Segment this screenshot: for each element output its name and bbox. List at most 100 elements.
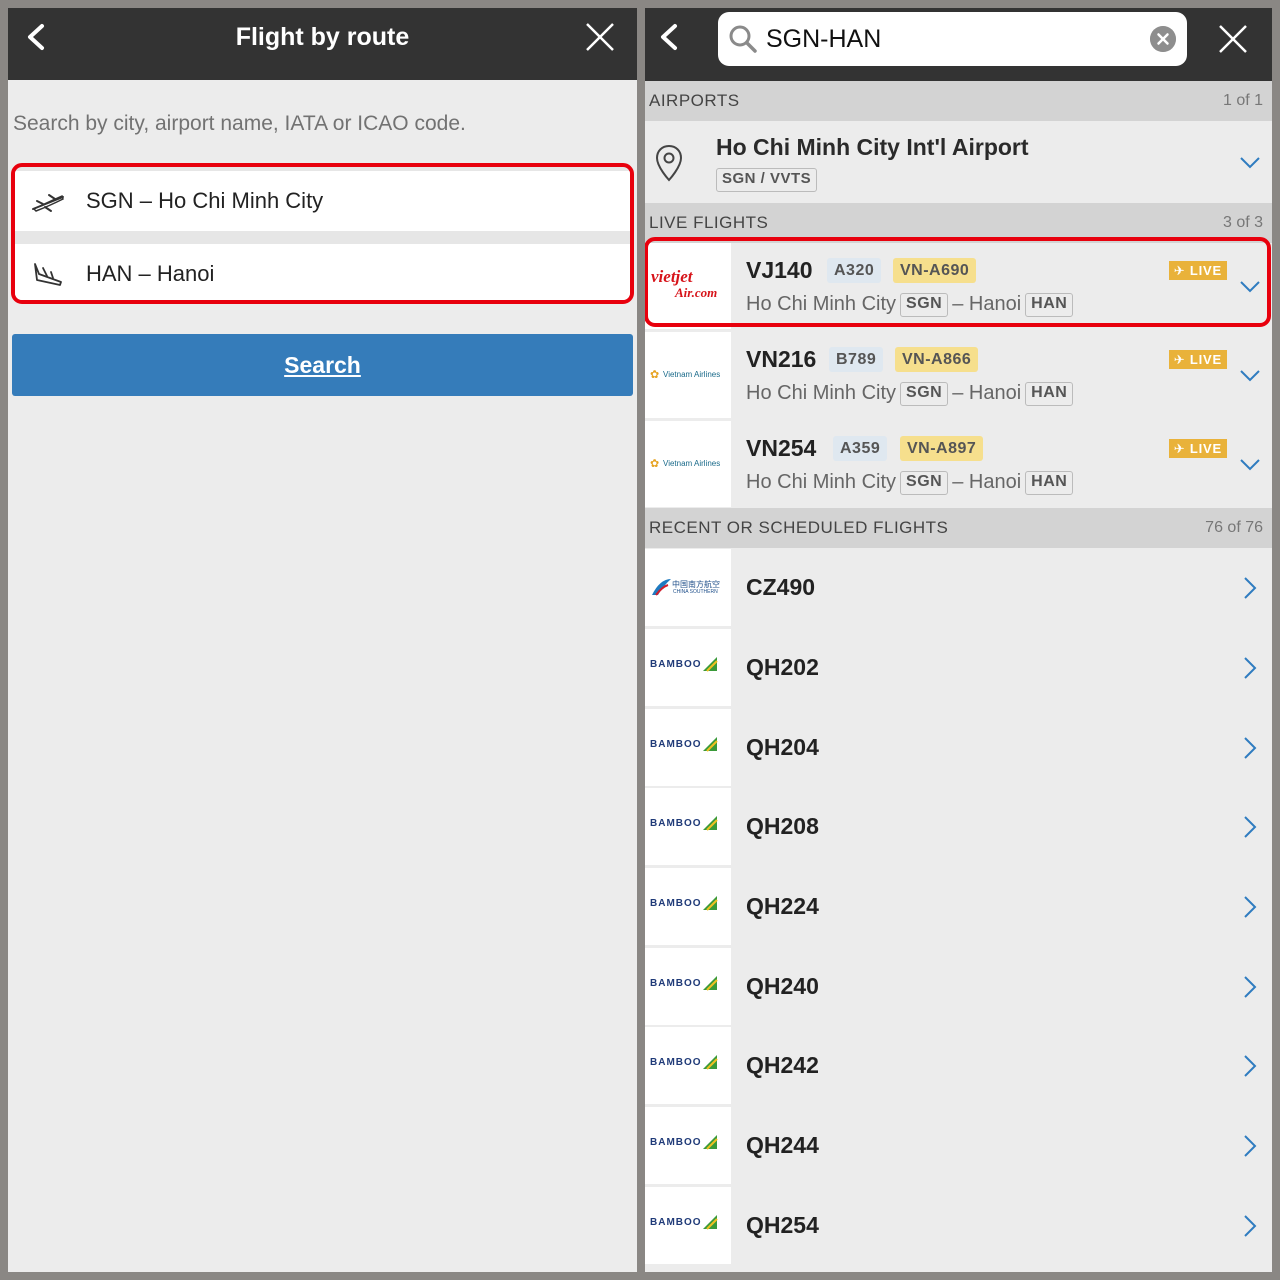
china-southern-mark-icon xyxy=(652,579,671,596)
recent-flight-row[interactable]: BAMBOO QH240 xyxy=(645,948,1272,1025)
search-button[interactable]: Search xyxy=(12,334,633,396)
search-hint: Search by city, airport name, IATA or IC… xyxy=(13,112,466,135)
bamboo-leaf-icon xyxy=(703,816,718,831)
bamboo-airways-logo: BAMBOO xyxy=(645,629,731,706)
chevron-right-icon[interactable] xyxy=(1243,895,1257,919)
chevron-right-icon[interactable] xyxy=(1243,1054,1257,1078)
chevron-right-icon[interactable] xyxy=(1243,1214,1257,1238)
section-title: AIRPORTS xyxy=(649,91,740,110)
flight-number: QH208 xyxy=(746,813,819,839)
flight-number: VN254 xyxy=(746,435,817,461)
bamboo-airways-logo: BAMBOO xyxy=(645,1027,731,1104)
live-badge: ✈ LIVE xyxy=(1168,350,1227,369)
takeoff-icon xyxy=(32,194,64,212)
flight-number: QH242 xyxy=(746,1052,819,1078)
chevron-right-icon[interactable] xyxy=(1243,975,1257,999)
bamboo-leaf-icon xyxy=(703,896,718,911)
flight-number: QH244 xyxy=(746,1132,819,1158)
chevron-down-icon[interactable] xyxy=(1239,156,1261,170)
aircraft-type-tag: A320 xyxy=(827,258,882,283)
bamboo-airways-logo: BAMBOO xyxy=(645,788,731,865)
close-icon[interactable] xyxy=(583,20,617,54)
flight-number: CZ490 xyxy=(746,574,816,600)
recent-flight-row[interactable]: BAMBOO QH204 xyxy=(645,709,1272,786)
chevron-right-icon[interactable] xyxy=(1243,815,1257,839)
live-flight-row[interactable]: ✿ Vietnam Airlines VN216 B789 VN-A866 ✈ … xyxy=(645,332,1272,418)
flight-route: Ho Chi Minh City SGN – Hanoi HAN xyxy=(746,382,1077,406)
bamboo-airways-logo: BAMBOO xyxy=(645,1187,731,1264)
bamboo-leaf-icon xyxy=(703,657,718,672)
search-results-panel: AIRPORTS 1 of 1 Ho Chi Minh City Int'l A… xyxy=(645,8,1272,1272)
flight-number: QH254 xyxy=(746,1212,819,1238)
chevron-right-icon[interactable] xyxy=(1243,736,1257,760)
recent-flight-row[interactable]: BAMBOO QH224 xyxy=(645,868,1272,945)
lotus-icon: ✿ xyxy=(650,458,660,470)
airport-row[interactable]: Ho Chi Minh City Int'l Airport SGN / VVT… xyxy=(645,121,1272,203)
live-flight-row[interactable]: vietjet Air.com VJ140 A320 VN-A690 ✈ LIV… xyxy=(645,243,1272,329)
bamboo-airways-logo: BAMBOO xyxy=(645,948,731,1025)
flight-route: Ho Chi Minh City SGN – Hanoi HAN xyxy=(746,293,1077,317)
chevron-right-icon[interactable] xyxy=(1243,656,1257,680)
chevron-down-icon[interactable] xyxy=(1239,280,1261,294)
registration-tag: VN-A897 xyxy=(900,436,984,461)
section-title: RECENT OR SCHEDULED FLIGHTS xyxy=(649,518,949,537)
recent-flights-section-header: RECENT OR SCHEDULED FLIGHTS 76 of 76 xyxy=(645,508,1272,548)
destination-code: HAN xyxy=(1025,293,1074,317)
bamboo-leaf-icon xyxy=(703,1055,718,1070)
flight-number: QH240 xyxy=(746,973,819,999)
live-flights-section-header: LIVE FLIGHTS 3 of 3 xyxy=(645,203,1272,243)
aircraft-type-tag: A359 xyxy=(833,436,888,461)
landing-icon xyxy=(34,263,62,286)
airports-section-header: AIRPORTS 1 of 1 xyxy=(645,81,1272,121)
flight-by-route-panel: Flight by route Search by city, airport … xyxy=(8,8,637,1272)
flight-number: QH224 xyxy=(746,893,819,919)
plane-icon: ✈ xyxy=(1173,352,1186,367)
search-field[interactable] xyxy=(718,12,1187,66)
live-flight-row[interactable]: ✿ Vietnam Airlines VN254 A359 VN-A897 ✈ … xyxy=(645,421,1272,507)
flight-number: VN216 xyxy=(746,346,817,372)
search-input[interactable] xyxy=(766,16,1146,62)
origin-field[interactable]: SGN – Ho Chi Minh City xyxy=(15,171,630,231)
route-inputs: SGN – Ho Chi Minh City HAN – Hanoi xyxy=(11,163,634,304)
clear-search-icon[interactable] xyxy=(1150,26,1176,52)
recent-flight-row[interactable]: BAMBOO QH244 xyxy=(645,1107,1272,1184)
section-count: 76 of 76 xyxy=(1205,519,1263,536)
chevron-right-icon[interactable] xyxy=(1243,1134,1257,1158)
bamboo-leaf-icon xyxy=(703,976,718,991)
destination-code: HAN xyxy=(1025,382,1074,406)
bamboo-airways-logo: BAMBOO xyxy=(645,868,731,945)
chevron-down-icon[interactable] xyxy=(1239,369,1261,383)
live-badge: ✈ LIVE xyxy=(1168,439,1227,458)
flight-route: Ho Chi Minh City SGN – Hanoi HAN xyxy=(746,471,1077,495)
origin-value: SGN – Ho Chi Minh City xyxy=(86,188,324,213)
left-header: Flight by route xyxy=(8,8,637,80)
plane-icon: ✈ xyxy=(1173,441,1186,456)
location-pin-icon xyxy=(655,144,683,182)
section-title: LIVE FLIGHTS xyxy=(649,213,769,232)
recent-flight-row[interactable]: BAMBOO QH202 xyxy=(645,629,1272,706)
chevron-down-icon[interactable] xyxy=(1239,458,1261,472)
recent-flight-row[interactable]: BAMBOO QH254 xyxy=(645,1187,1272,1264)
registration-tag: VN-A866 xyxy=(895,347,979,372)
bamboo-airways-logo: BAMBOO xyxy=(645,1107,731,1184)
recent-flight-row[interactable]: BAMBOO QH208 xyxy=(645,788,1272,865)
close-icon[interactable] xyxy=(1216,22,1250,56)
search-icon xyxy=(729,25,757,53)
vietjet-logo: vietjet Air.com xyxy=(645,243,731,329)
airport-name: Ho Chi Minh City Int'l Airport xyxy=(716,134,1029,160)
vietnam-airlines-logo: ✿ Vietnam Airlines xyxy=(645,421,731,507)
flight-number: VJ140 xyxy=(746,257,813,283)
chevron-right-icon[interactable] xyxy=(1243,576,1257,600)
recent-flight-row[interactable]: BAMBOO QH242 xyxy=(645,1027,1272,1104)
flight-number: QH204 xyxy=(746,734,819,760)
recent-flight-row[interactable]: 中国南方航空 CHINA SOUTHERN CZ490 xyxy=(645,549,1272,626)
back-arrow-icon[interactable] xyxy=(655,22,685,52)
vietnam-airlines-logo: ✿ Vietnam Airlines xyxy=(645,332,731,418)
flight-number: QH202 xyxy=(746,654,819,680)
registration-tag: VN-A690 xyxy=(893,258,977,283)
china-southern-logo: 中国南方航空 CHINA SOUTHERN xyxy=(645,549,731,626)
origin-code: SGN xyxy=(900,471,949,495)
destination-field[interactable]: HAN – Hanoi xyxy=(15,244,630,300)
bamboo-leaf-icon xyxy=(703,737,718,752)
bamboo-leaf-icon xyxy=(703,1135,718,1150)
